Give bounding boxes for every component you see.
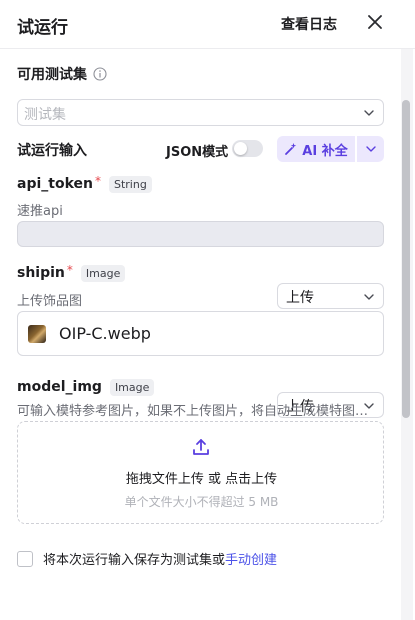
test-set-label: 可用测试集 (17, 67, 87, 83)
required-marker: * (66, 263, 73, 277)
chevron-down-icon (366, 146, 376, 152)
upload-instruction: 拖拽文件上传 或 点击上传 (125, 472, 278, 487)
type-tag: Image (80, 265, 126, 282)
save-text: 将本次运行输入保存为测试集或 (43, 553, 226, 568)
file-name: OIP-C.webp (59, 324, 151, 343)
ai-complete-label: AI 补全 (302, 143, 348, 159)
scrollbar-thumb[interactable] (402, 100, 410, 418)
upload-icon (193, 439, 209, 455)
field-header-shipin: shipin * Image (17, 263, 126, 282)
ai-complete-button[interactable]: AI 补全 (277, 136, 355, 162)
save-as-test-set-row: 将本次运行输入保存为测试集或手动创建 (17, 549, 277, 568)
field-description: 上传饰品图 (17, 294, 83, 309)
magic-wand-icon (285, 143, 297, 155)
field-header-model-img: model_img Image (17, 379, 155, 396)
uploaded-file[interactable]: OIP-C.webp (17, 311, 384, 356)
upload-dropzone[interactable]: 拖拽文件上传 或 点击上传 单个文件大小不得超过 5 MB (17, 421, 384, 524)
close-icon[interactable] (366, 13, 384, 31)
save-as-test-set-checkbox[interactable] (17, 550, 33, 567)
save-as-test-set-text: 将本次运行输入保存为测试集或手动创建 (43, 549, 277, 568)
field-header-api-token: api_token * String (17, 174, 152, 193)
chevron-down-icon (364, 110, 374, 116)
panel-header: 试运行 查看日志 (0, 0, 415, 49)
json-mode-label: JSON模式 (166, 145, 229, 160)
test-run-panel: 试运行 查看日志 可用测试集 测试集 试运行输入 JSON模式 AI 补全 ap… (0, 0, 415, 620)
ai-complete-dropdown[interactable] (357, 136, 384, 162)
field-name: model_img (17, 379, 102, 395)
test-set-select[interactable]: 测试集 (17, 99, 384, 126)
run-input-label: 试运行输入 (17, 143, 87, 159)
panel-title: 试运行 (17, 18, 68, 38)
field-name: shipin (17, 265, 65, 281)
type-tag: Image (109, 379, 155, 396)
required-marker: * (94, 174, 101, 188)
toggle-knob (234, 142, 247, 155)
field-description: 速推api (17, 204, 63, 219)
file-thumbnail (28, 325, 46, 343)
upload-size-hint: 单个文件大小不得超过 5 MB (124, 495, 279, 509)
type-tag: String (108, 176, 152, 193)
manual-create-link[interactable]: 手动创建 (225, 553, 277, 568)
view-logs-link[interactable]: 查看日志 (281, 14, 337, 34)
field-name: api_token (17, 176, 93, 192)
api-token-input[interactable] (17, 221, 384, 247)
mode-value: 上传 (286, 290, 314, 306)
shipin-mode-select[interactable]: 上传 (277, 283, 384, 309)
test-set-section: 可用测试集 (17, 64, 107, 84)
json-mode-toggle[interactable] (232, 140, 263, 157)
test-set-placeholder: 测试集 (24, 107, 66, 123)
chevron-down-icon (364, 294, 374, 300)
field-description: 可输入模特参考图片，如果不上传图片，将自动生成模特图… (17, 404, 369, 419)
info-icon[interactable] (93, 67, 107, 81)
